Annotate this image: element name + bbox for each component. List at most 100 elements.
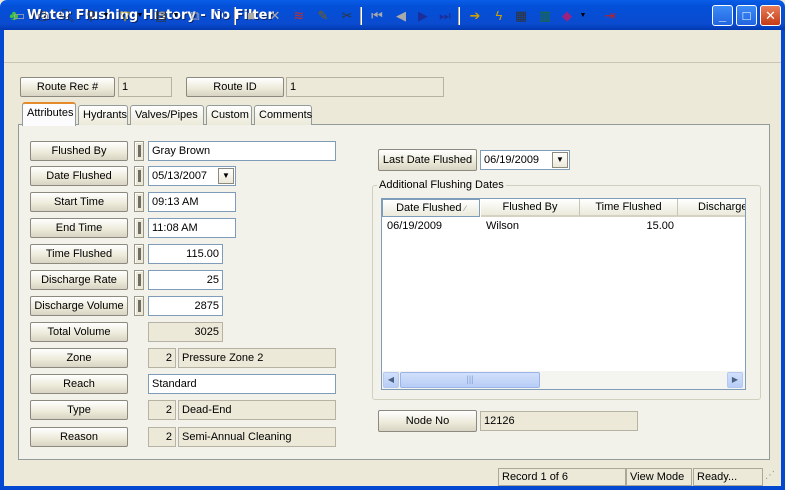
zone-description-field: Pressure Zone 2: [178, 348, 336, 368]
print-icon[interactable]: ⎙: [32, 5, 54, 27]
tab-valves-pipes[interactable]: Valves/Pipes: [130, 105, 204, 125]
date-flushed-button[interactable]: Date Flushed: [30, 166, 128, 186]
additional-dates-title: Additional Flushing Dates: [377, 179, 506, 191]
toolbar-separator: [360, 7, 362, 25]
row-flushed-by[interactable]: Wilson: [486, 218, 519, 234]
discharge-volume-field[interactable]: 2875: [148, 296, 223, 316]
filter-icon[interactable]: ▽: [114, 5, 136, 27]
additional-dates-list[interactable]: Date Flushed ∕ Flushed By Time Flushed D…: [381, 198, 746, 390]
type-code-field: 2: [148, 400, 176, 420]
status-record: Record 1 of 6: [498, 468, 626, 486]
resize-grip-icon[interactable]: ⋰: [765, 470, 775, 481]
copy-icon[interactable]: ⧉: [184, 5, 206, 27]
scrollbar-thumb[interactable]: |||: [400, 372, 540, 388]
column-header-date-flushed[interactable]: Date Flushed ∕: [382, 199, 480, 217]
discharge-volume-indicator: [134, 296, 144, 316]
exit-icon[interactable]: ⇥: [599, 5, 621, 27]
window-frame-right: [781, 30, 785, 490]
horizontal-scrollbar[interactable]: ◀ ||| ▶: [382, 371, 745, 389]
total-volume-button[interactable]: Total Volume: [30, 322, 128, 342]
save-icon[interactable]: ■: [240, 5, 262, 27]
discharge-volume-button[interactable]: Discharge Volume: [30, 296, 128, 316]
time-flushed-indicator: [134, 244, 144, 264]
zone-button[interactable]: Zone: [30, 348, 128, 368]
toolbar: [4, 30, 781, 63]
window-frame-bottom: [0, 486, 785, 490]
column-header-time-flushed[interactable]: Time Flushed: [580, 199, 678, 217]
date-flushed-dropdown-icon[interactable]: ▼: [218, 168, 234, 184]
tab-attributes[interactable]: Attributes: [22, 102, 76, 126]
time-flushed-field[interactable]: 115.00: [148, 244, 223, 264]
find-icon[interactable]: ⚲: [80, 5, 102, 27]
date-flushed-indicator: [134, 166, 144, 186]
calculator-icon[interactable]: ▥: [534, 5, 556, 27]
end-time-field[interactable]: 11:08 AM: [148, 218, 236, 238]
discharge-rate-indicator: [134, 270, 144, 290]
filter-dropdown-icon[interactable]: ▼: [136, 5, 144, 27]
document-dropdown-icon[interactable]: ▼: [172, 5, 180, 27]
node-no-field: 12126: [480, 411, 638, 431]
last-date-flushed-button[interactable]: Last Date Flushed: [378, 149, 477, 171]
toolbar-separator: [234, 7, 236, 25]
last-icon[interactable]: ⏭: [434, 5, 456, 27]
flushed-by-button[interactable]: Flushed By: [30, 141, 128, 161]
map-icon[interactable]: ▦: [510, 5, 532, 27]
flushed-by-field[interactable]: Gray Brown: [148, 141, 336, 161]
column-header-flushed-by[interactable]: Flushed By: [481, 199, 580, 217]
discharge-rate-button[interactable]: Discharge Rate: [30, 270, 128, 290]
start-time-button[interactable]: Start Time: [30, 192, 128, 212]
close-icon[interactable]: ✕: [760, 5, 781, 26]
book-icon[interactable]: ◆: [556, 5, 578, 27]
paste-icon[interactable]: ❐: [208, 5, 230, 27]
total-volume-field: 3025: [148, 322, 223, 342]
lightning-icon[interactable]: ϟ: [488, 5, 510, 27]
status-bar: [4, 468, 498, 486]
next-icon[interactable]: ▶: [412, 5, 434, 27]
prev-icon[interactable]: ◀: [390, 5, 412, 27]
reach-field[interactable]: Standard: [148, 374, 336, 394]
first-icon[interactable]: ⏮: [366, 5, 388, 27]
scroll-left-icon[interactable]: ◀: [383, 372, 399, 388]
reach-button[interactable]: Reach: [30, 374, 128, 394]
toolbar-separator: [458, 7, 460, 25]
window-frame-left: [0, 30, 4, 490]
stack-icon[interactable]: ≋: [288, 5, 310, 27]
time-flushed-button[interactable]: Time Flushed: [30, 244, 128, 264]
start-time-indicator: [134, 192, 144, 212]
start-time-field[interactable]: 09:13 AM: [148, 192, 236, 212]
status-mode: View Mode: [626, 468, 692, 486]
tab-hydrants[interactable]: Hydrants: [78, 105, 128, 125]
end-time-button[interactable]: End Time: [30, 218, 128, 238]
reason-code-field: 2: [148, 427, 176, 447]
last-date-dropdown-icon[interactable]: ▼: [552, 152, 568, 168]
row-date-flushed[interactable]: 06/19/2009: [387, 218, 442, 234]
sort-ascending-icon: ∕: [464, 204, 466, 213]
discharge-rate-field[interactable]: 25: [148, 270, 223, 290]
status-state: Ready...: [693, 468, 763, 486]
zone-code-field: 2: [148, 348, 176, 368]
document-icon[interactable]: ▤: [150, 5, 172, 27]
book-dropdown-icon[interactable]: ▼: [579, 5, 587, 27]
maximize-icon[interactable]: □: [736, 5, 757, 26]
route-id-button[interactable]: Route ID: [186, 77, 284, 97]
route-rec-field: 1: [118, 77, 172, 97]
end-time-indicator: [134, 218, 144, 238]
find-dropdown-icon[interactable]: ▼: [102, 5, 110, 27]
reason-button[interactable]: Reason: [30, 427, 128, 447]
delete-icon[interactable]: ✕: [264, 5, 286, 27]
cut-icon[interactable]: ✂: [336, 5, 358, 27]
route-id-field: 1: [286, 77, 444, 97]
arrow-right-icon[interactable]: ➔: [464, 5, 486, 27]
preview-icon[interactable]: 🔍︎: [56, 5, 78, 27]
minimize-icon[interactable]: _: [712, 5, 733, 26]
column-header-discharge[interactable]: Discharge: [678, 199, 745, 217]
tab-custom[interactable]: Custom: [206, 105, 252, 125]
type-button[interactable]: Type: [30, 400, 128, 420]
new-icon[interactable]: ▭: [8, 5, 30, 27]
route-rec-button[interactable]: Route Rec #: [20, 77, 115, 97]
node-no-button[interactable]: Node No: [378, 410, 477, 432]
row-time-flushed[interactable]: 15.00: [580, 218, 674, 234]
edit-icon[interactable]: ✎: [312, 5, 334, 27]
tab-comments[interactable]: Comments: [254, 105, 312, 125]
scroll-right-icon[interactable]: ▶: [727, 372, 743, 388]
